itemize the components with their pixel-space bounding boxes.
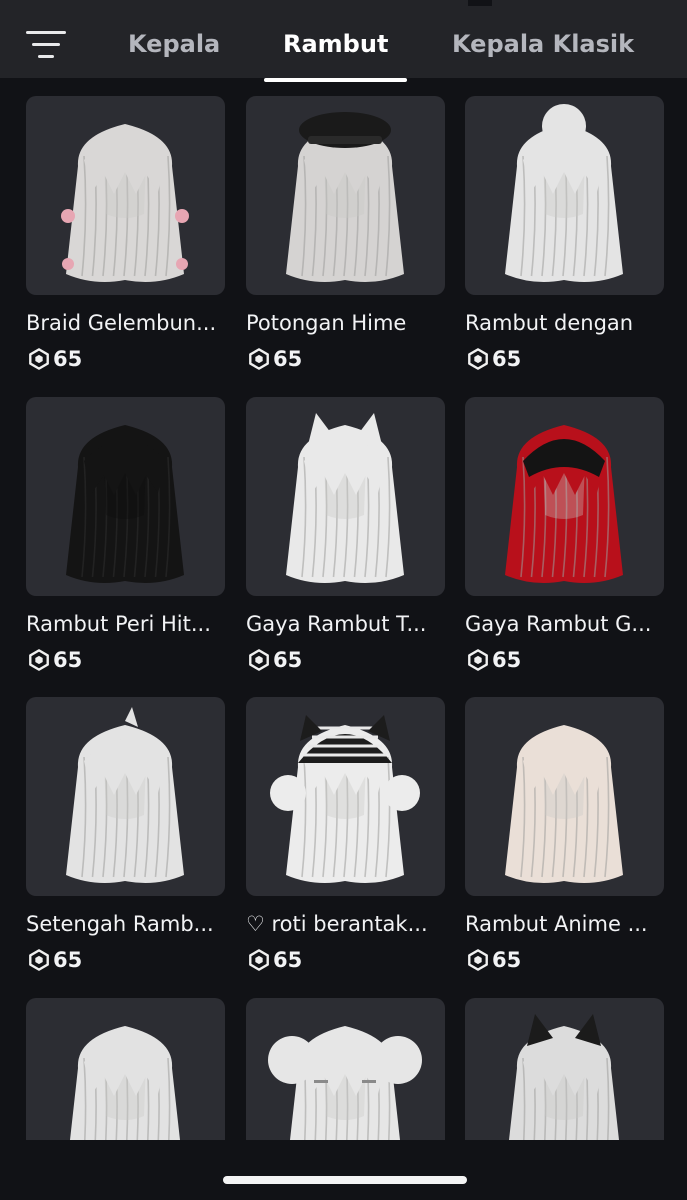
tab-rambut[interactable]: Rambut: [283, 6, 388, 78]
active-tab-indicator: [264, 78, 407, 82]
tab-kepala-klasik[interactable]: Kepala Klasik: [452, 6, 634, 78]
item-name: Rambut Peri Hit...: [26, 612, 211, 636]
price-value: 65: [53, 648, 83, 672]
item-thumbnail[interactable]: [465, 697, 664, 896]
hair-thumbnail-art: [509, 1014, 619, 1140]
item-price: 65: [28, 945, 82, 975]
item-name: Gaya Rambut T...: [246, 612, 427, 636]
item-name: ♡ roti berantak...: [246, 912, 428, 936]
hair-thumbnail-art: [505, 725, 623, 883]
item-name: Rambut Anime ...: [465, 912, 648, 936]
item-price: 65: [248, 645, 302, 675]
hair-item-card[interactable]: Braid Gelembun... 65: [26, 96, 225, 378]
hair-item-card[interactable]: Rambut Anime ... 65: [465, 697, 664, 979]
robux-icon: [468, 649, 488, 671]
hair-thumbnail-art: [66, 707, 184, 883]
item-price: 65: [467, 645, 521, 675]
tab-kepala[interactable]: Kepala: [128, 6, 220, 78]
item-thumbnail[interactable]: [26, 397, 225, 596]
hair-thumbnail-art: [286, 413, 404, 583]
item-thumbnail[interactable]: [465, 998, 664, 1140]
item-price: 65: [248, 344, 302, 374]
price-value: 65: [273, 648, 303, 672]
hair-item-card[interactable]: [246, 998, 445, 1140]
robux-icon: [249, 348, 269, 370]
hair-item-card[interactable]: Rambut dengan 65: [465, 96, 664, 378]
price-value: 65: [492, 648, 522, 672]
robux-icon: [468, 949, 488, 971]
item-thumbnail[interactable]: [26, 96, 225, 295]
hair-item-card[interactable]: Gaya Rambut G... 65: [465, 397, 664, 679]
item-price: 65: [28, 344, 82, 374]
robux-icon: [249, 649, 269, 671]
hair-thumbnail-art: [61, 124, 189, 282]
item-name: Rambut dengan: [465, 311, 634, 335]
hair-item-card[interactable]: [26, 998, 225, 1140]
hair-thumbnail-art: [268, 1026, 422, 1140]
hair-item-card[interactable]: Gaya Rambut T... 65: [246, 397, 445, 679]
robux-icon: [29, 649, 49, 671]
price-value: 65: [492, 347, 522, 371]
hair-thumbnail-art: [505, 425, 623, 583]
hair-item-card[interactable]: Potongan Hime 65: [246, 96, 445, 378]
home-indicator[interactable]: [223, 1176, 467, 1184]
robux-icon: [249, 949, 269, 971]
item-name: Setengah Ramb...: [26, 912, 214, 936]
item-price: 65: [28, 645, 82, 675]
item-thumbnail[interactable]: [246, 998, 445, 1140]
robux-icon: [29, 949, 49, 971]
hair-item-card[interactable]: ♡ roti berantak... 65: [246, 697, 445, 979]
hair-item-card[interactable]: Rambut Peri Hit... 65: [26, 397, 225, 679]
item-thumbnail[interactable]: [246, 397, 445, 596]
item-thumbnail[interactable]: [26, 697, 225, 896]
item-thumbnail[interactable]: [465, 96, 664, 295]
item-price: 65: [467, 945, 521, 975]
filter-icon[interactable]: [24, 28, 68, 64]
item-name: Potongan Hime: [246, 311, 407, 335]
category-tab-bar: Kepala Rambut Kepala Klasik: [0, 6, 687, 82]
hair-thumbnail-art: [70, 1026, 180, 1140]
price-value: 65: [273, 347, 303, 371]
hair-thumbnail-art: [66, 425, 184, 583]
robux-icon: [29, 348, 49, 370]
hair-thumbnail-art: [505, 104, 623, 282]
price-value: 65: [492, 948, 522, 972]
hair-item-card[interactable]: [465, 998, 664, 1140]
item-thumbnail[interactable]: [246, 96, 445, 295]
item-price: 65: [248, 945, 302, 975]
item-price: 65: [467, 344, 521, 374]
item-thumbnail[interactable]: [246, 697, 445, 896]
hair-thumbnail-art: [286, 112, 404, 282]
item-name: Gaya Rambut G...: [465, 612, 652, 636]
robux-icon: [468, 348, 488, 370]
item-name: Braid Gelembun...: [26, 311, 217, 335]
hair-thumbnail-art: [270, 715, 420, 883]
hair-item-card[interactable]: Setengah Ramb... 65: [26, 697, 225, 979]
item-thumbnail[interactable]: [26, 998, 225, 1140]
bottom-bar: [0, 1140, 687, 1200]
price-value: 65: [273, 948, 303, 972]
price-value: 65: [53, 347, 83, 371]
price-value: 65: [53, 948, 83, 972]
item-thumbnail[interactable]: [465, 397, 664, 596]
